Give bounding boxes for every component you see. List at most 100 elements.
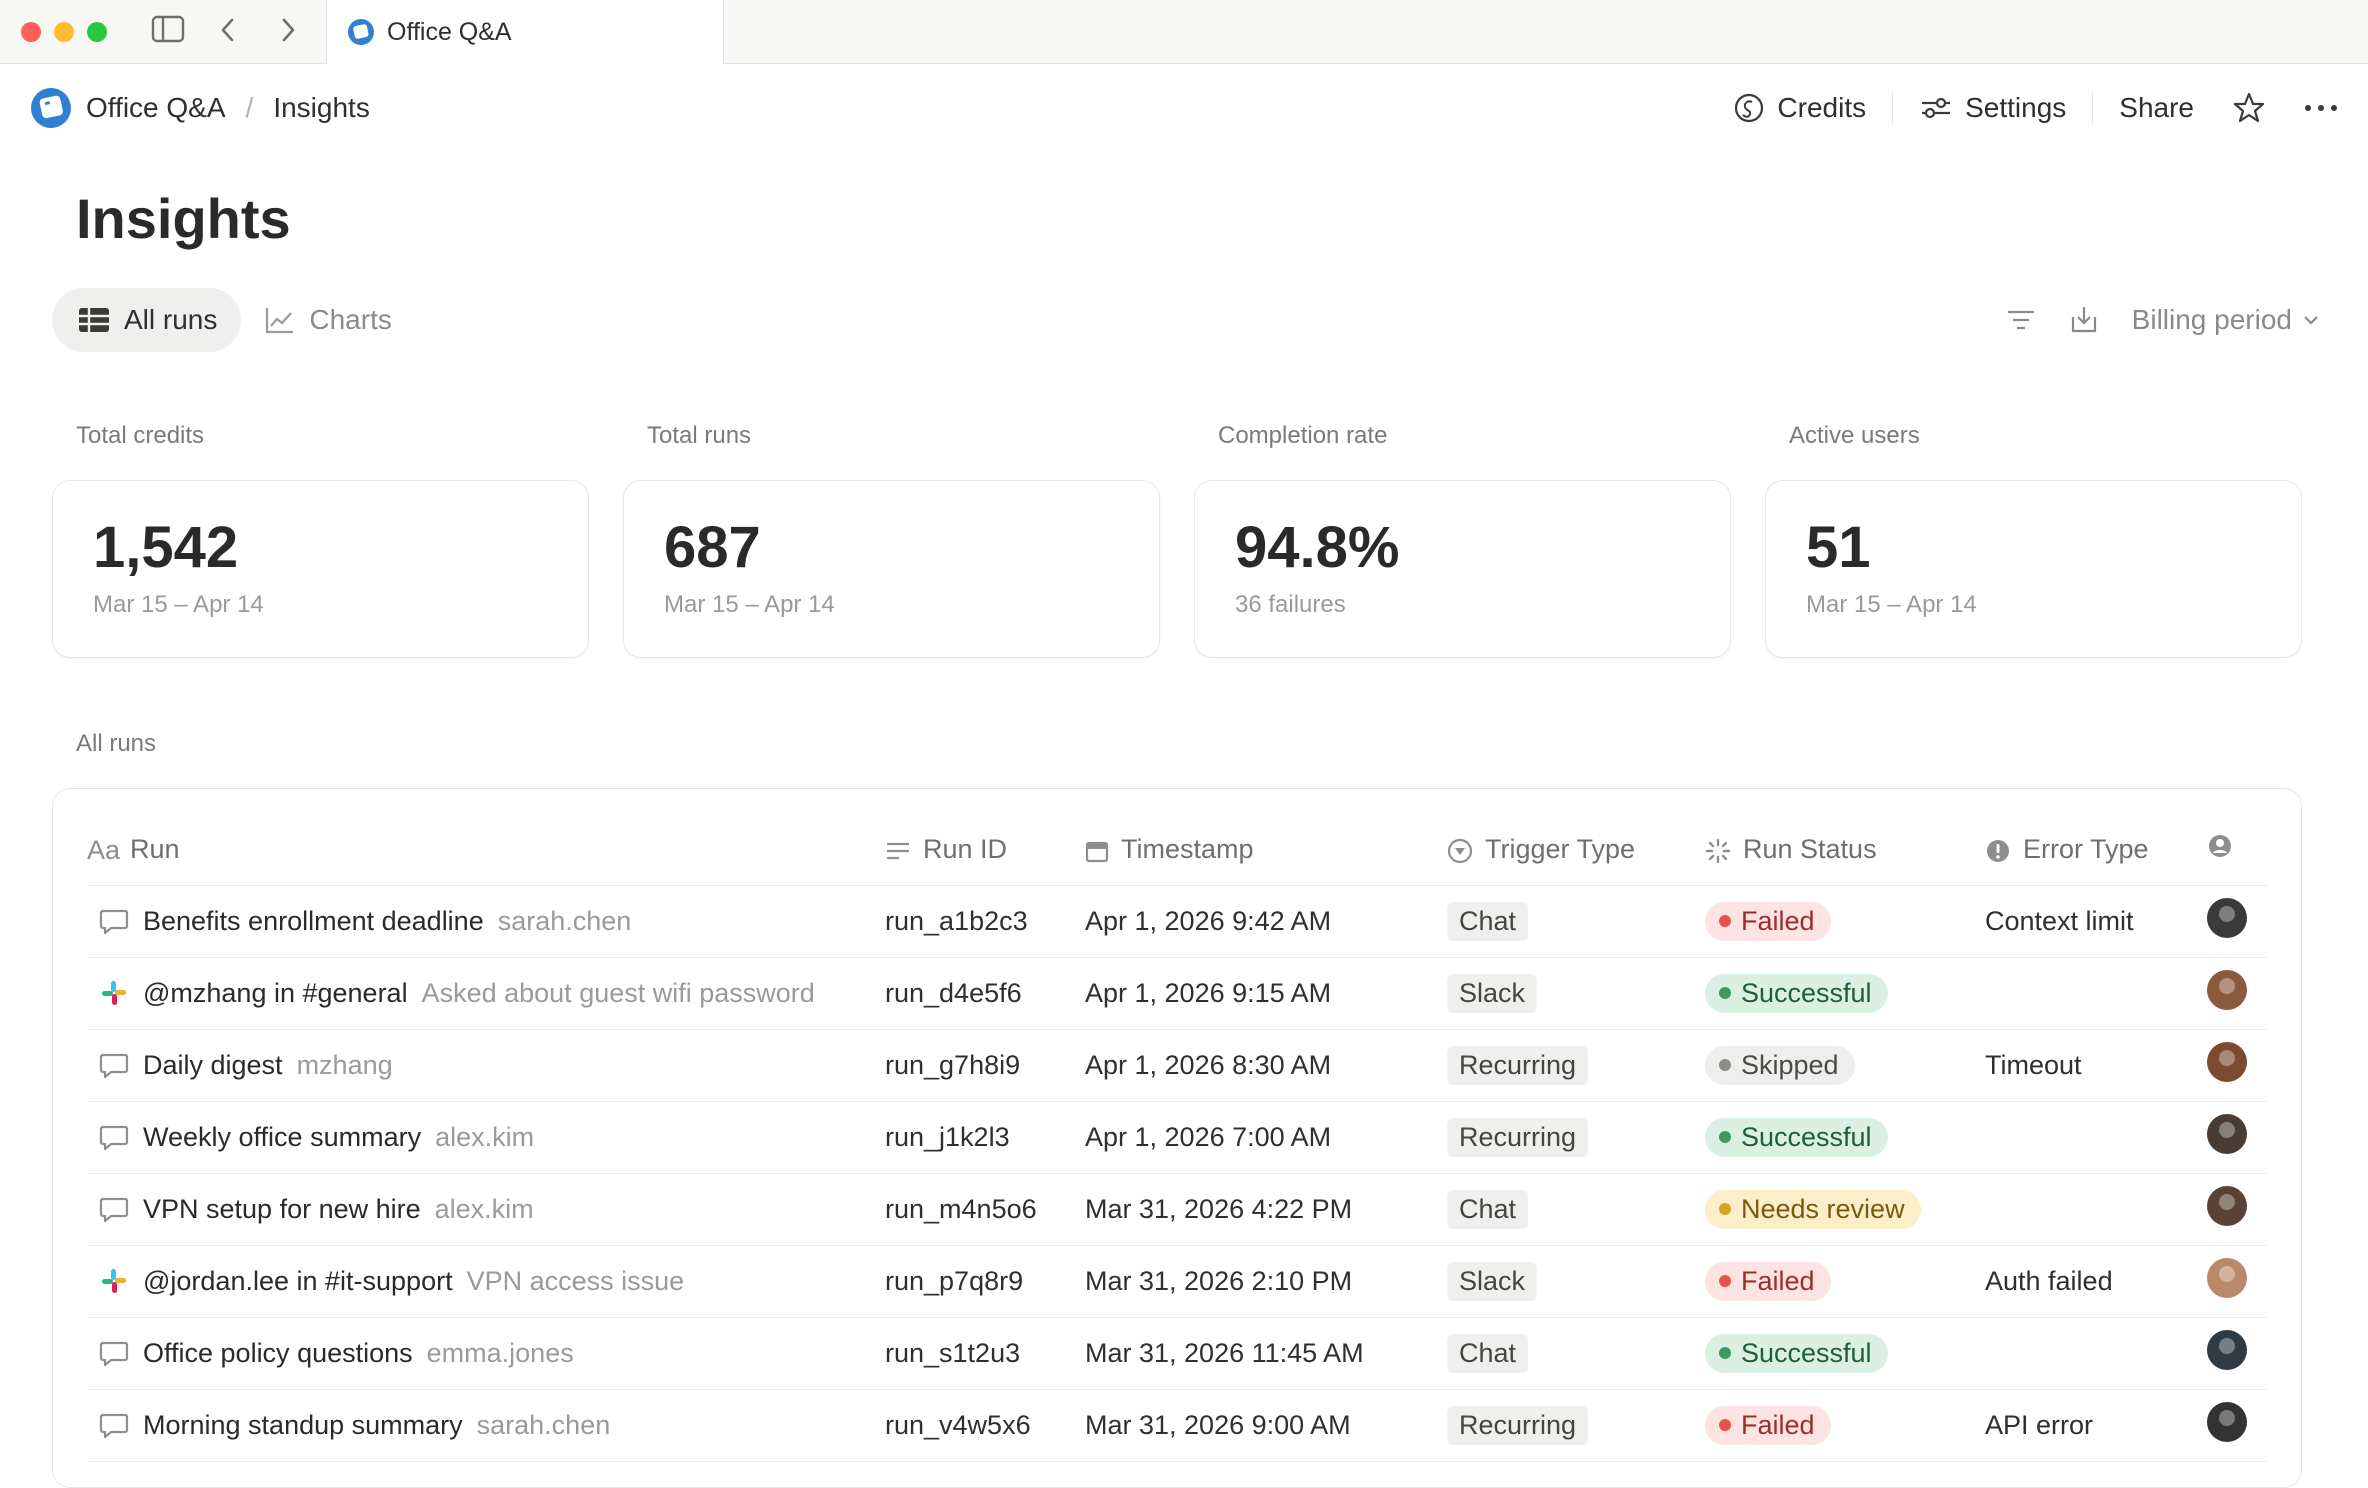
zoom-window-button[interactable] — [87, 21, 107, 42]
cell-trigger-type: Slack — [1447, 957, 1705, 1030]
chat-bubble-icon — [99, 907, 129, 935]
column-header-user[interactable] — [2207, 815, 2267, 886]
cell-user[interactable] — [2207, 1389, 2267, 1462]
avatar[interactable] — [2207, 1113, 2247, 1154]
avatar[interactable] — [2207, 1041, 2247, 1082]
favorite-button[interactable] — [2220, 91, 2278, 125]
settings-button[interactable]: Settings — [1893, 92, 2092, 124]
stat-total-credits: Total credits 1,542 Mar 15 – Apr 14 — [52, 420, 589, 658]
trigger-tag: Recurring — [1447, 1045, 1589, 1085]
avatar[interactable] — [2207, 1185, 2247, 1226]
cell-user[interactable] — [2207, 1173, 2267, 1246]
cell-run[interactable]: Office policy questions emma.jones — [87, 1317, 885, 1390]
tab-all-runs[interactable]: All runs — [52, 288, 242, 352]
cell-user[interactable] — [2207, 885, 2267, 958]
status-label: Successful — [1741, 1337, 1872, 1368]
more-horizontal-icon — [2305, 105, 2337, 111]
avatar[interactable] — [2207, 969, 2247, 1010]
settings-sliders-icon — [1922, 97, 1951, 119]
more-options-button[interactable] — [2278, 103, 2368, 113]
stat-value: 51 — [1806, 515, 1871, 580]
stat-subtext: 36 failures — [1235, 591, 1346, 618]
column-header-error-type[interactable]: Error Type — [1985, 815, 2207, 886]
table-row[interactable]: Weekly office summary alex.kim run_j1k2l3 A… — [87, 1101, 2267, 1174]
text-lines-icon — [887, 843, 909, 860]
trigger-tag: Chat — [1447, 1333, 1529, 1373]
download-icon[interactable] — [2070, 305, 2098, 335]
table-row[interactable]: @jordan.lee in #it-support VPN access iss… — [87, 1245, 2267, 1318]
cell-timestamp: Apr 1, 2026 9:15 AM — [1085, 957, 1447, 1030]
column-header-label: Run Status — [1743, 834, 1877, 865]
cell-run[interactable]: Daily digest mzhang — [87, 1029, 885, 1102]
table-row[interactable]: Benefits enrollment deadline sarah.chen ru… — [87, 885, 2267, 958]
stat-completion-rate: Completion rate 94.8% 36 failures — [1194, 420, 1731, 658]
table-row[interactable]: Office policy questions emma.jones run_s1t… — [87, 1317, 2267, 1390]
status-label: Skipped — [1741, 1049, 1839, 1080]
trigger-tag: Recurring — [1447, 1117, 1589, 1157]
cell-user[interactable] — [2207, 1317, 2267, 1390]
avatar[interactable] — [2207, 1257, 2247, 1298]
cell-run[interactable]: Benefits enrollment deadline sarah.chen — [87, 885, 885, 958]
table-row[interactable]: Morning standup summary sarah.chen run_v4w… — [87, 1389, 2267, 1462]
browser-tab[interactable]: Office Q&A — [326, 0, 724, 64]
table-row[interactable]: @mzhang in #general Asked about guest wif… — [87, 957, 2267, 1030]
cell-error-type: Auth failed — [1985, 1245, 2207, 1318]
cell-timestamp: Mar 31, 2026 9:00 AM — [1085, 1389, 1447, 1462]
cell-user[interactable] — [2207, 1029, 2267, 1102]
cell-run-id: run_d4e5f6 — [885, 957, 1085, 1030]
avatar[interactable] — [2207, 1329, 2247, 1370]
trigger-tag: Recurring — [1447, 1405, 1589, 1445]
column-header-label: Run — [130, 833, 180, 864]
back-arrow-icon[interactable] — [218, 16, 238, 44]
tab-all-runs-label: All runs — [124, 304, 218, 335]
cell-trigger-type: Chat — [1447, 885, 1705, 958]
stat-value: 1,542 — [93, 515, 239, 580]
trigger-tag: Slack — [1447, 1261, 1538, 1301]
minimize-window-button[interactable] — [54, 21, 74, 42]
tab-charts[interactable]: Charts — [241, 288, 415, 352]
cell-user[interactable] — [2207, 1101, 2267, 1174]
breadcrumb: Office Q&A / Insights — [30, 87, 370, 129]
breadcrumb-app[interactable]: Office Q&A — [86, 92, 226, 124]
table-row[interactable]: VPN setup for new hire alex.kim run_m4n5o6… — [87, 1173, 2267, 1246]
filter-icon[interactable] — [2006, 308, 2036, 332]
chat-bubble-icon — [99, 1339, 129, 1367]
share-button[interactable]: Share — [2093, 92, 2220, 124]
cell-run-status: Successful — [1705, 1317, 1985, 1390]
app-logo-icon[interactable] — [30, 87, 72, 129]
forward-arrow-icon[interactable] — [278, 16, 298, 44]
chat-bubble-icon — [99, 1051, 129, 1079]
run-title: @mzhang in #general — [143, 977, 408, 1008]
cell-run-status: Failed — [1705, 885, 1985, 958]
cell-user[interactable] — [2207, 1245, 2267, 1318]
avatar[interactable] — [2207, 897, 2247, 938]
chevron-down-icon — [2304, 316, 2318, 325]
star-icon — [2233, 92, 2265, 123]
trigger-tag: Chat — [1447, 1189, 1529, 1229]
table-row[interactable]: Daily digest mzhang run_g7h8i9 Apr 1, 2026 … — [87, 1029, 2267, 1102]
view-switcher-bar: All runs Charts Billing period — [52, 288, 2320, 352]
cell-run[interactable]: Weekly office summary alex.kim — [87, 1101, 885, 1174]
column-header-trigger-type[interactable]: Trigger Type — [1447, 815, 1705, 886]
cell-error-type: API error — [1985, 1389, 2207, 1462]
status-badge: Needs review — [1705, 1189, 1921, 1229]
sidebar-toggle-icon[interactable] — [151, 14, 185, 44]
cell-run-status: Successful — [1705, 957, 1985, 1030]
cell-run[interactable]: @jordan.lee in #it-support VPN access iss… — [87, 1245, 885, 1318]
cell-run[interactable]: VPN setup for new hire alex.kim — [87, 1173, 885, 1246]
avatar[interactable] — [2207, 1401, 2247, 1442]
column-header-timestamp[interactable]: Timestamp — [1085, 815, 1447, 886]
credits-button[interactable]: Credits — [1707, 92, 1892, 124]
line-chart-icon — [266, 308, 294, 334]
column-header-run-status[interactable]: Run Status — [1705, 815, 1985, 886]
close-window-button[interactable] — [21, 21, 41, 42]
run-title: Weekly office summary — [143, 1121, 422, 1152]
cell-run[interactable]: Morning standup summary sarah.chen — [87, 1389, 885, 1462]
billing-period-dropdown[interactable]: Billing period — [2132, 304, 2320, 336]
cell-user[interactable] — [2207, 957, 2267, 1030]
column-header-run[interactable]: Aa Run — [87, 815, 885, 886]
column-header-run-id[interactable]: Run ID — [885, 815, 1085, 886]
cell-run-id: run_a1b2c3 — [885, 885, 1085, 958]
breadcrumb-page[interactable]: Insights — [273, 92, 370, 124]
cell-run[interactable]: @mzhang in #general Asked about guest wif… — [87, 957, 885, 1030]
